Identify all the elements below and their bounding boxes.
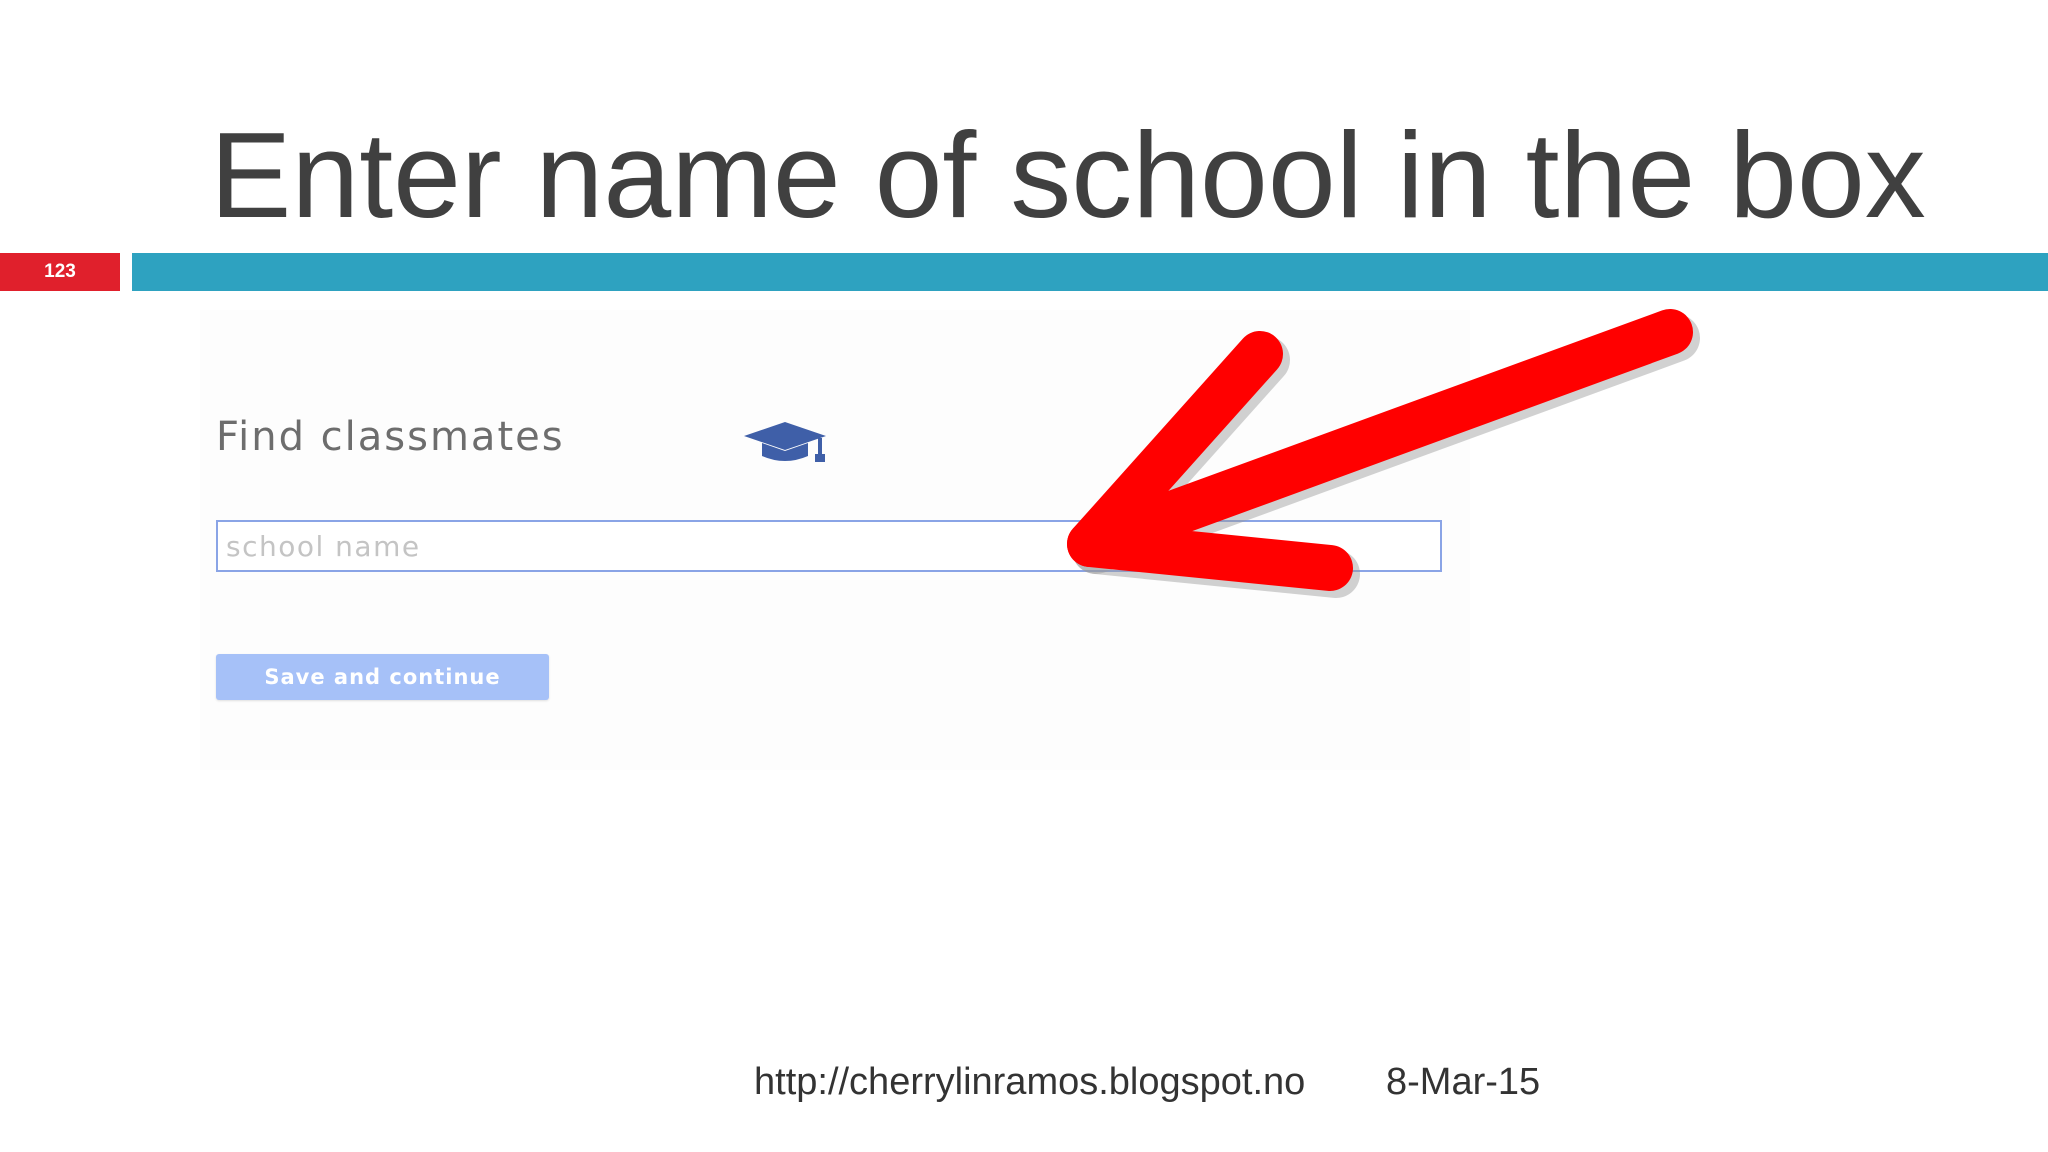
- accent-bar: [132, 253, 2048, 291]
- slide-number: 123: [0, 253, 120, 291]
- find-classmates-heading: Find classmates: [216, 414, 565, 460]
- save-and-continue-button[interactable]: Save and continue: [216, 654, 549, 700]
- graduation-cap-icon: [744, 422, 826, 462]
- footer-url: http://cherrylinramos.blogspot.no: [754, 1061, 1306, 1103]
- slide-title: Enter name of school in the box: [210, 107, 1926, 243]
- footer-date: 8-Mar-15: [1386, 1061, 1541, 1103]
- red-arrow-icon: [1067, 309, 1700, 598]
